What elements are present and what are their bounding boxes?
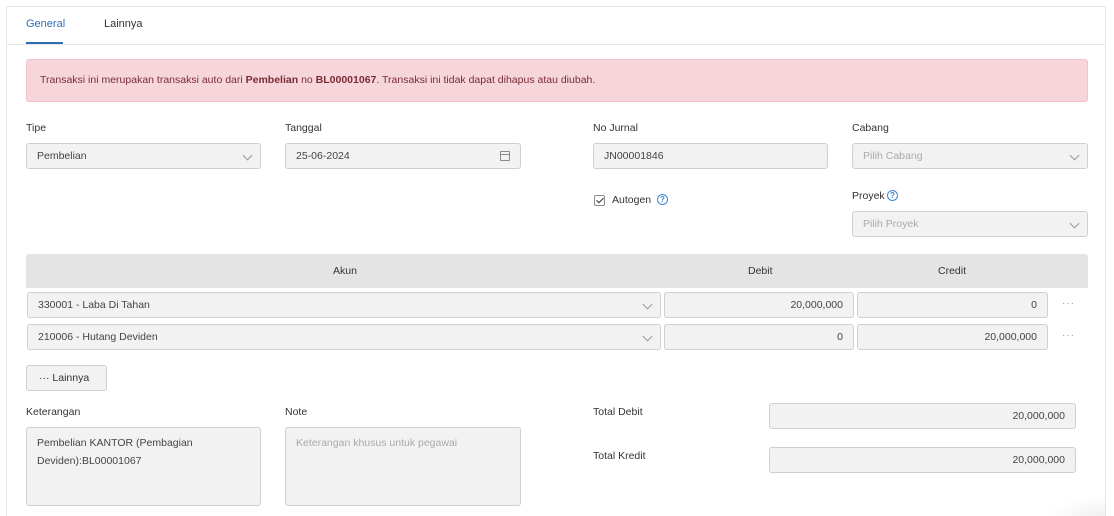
note-label: Note: [285, 406, 308, 418]
total-debit-field: 20,000,000: [769, 403, 1076, 429]
keterangan-label: Keterangan: [26, 406, 81, 418]
chevron-down-icon: [242, 150, 253, 161]
total-debit-value: 20,000,000: [1012, 410, 1065, 422]
tipe-select[interactable]: Pembelian: [26, 143, 261, 169]
credit-header: Credit: [938, 265, 967, 277]
tanggal-label: Tanggal: [285, 122, 322, 134]
chevron-down-icon: [1069, 150, 1080, 161]
alert-text-mid: no: [298, 74, 316, 86]
akun-header: Akun: [333, 265, 357, 277]
debit-header: Debit: [748, 265, 773, 277]
note-textarea[interactable]: Keterangan khusus untuk pegawai: [285, 427, 521, 506]
cabang-placeholder: Pilih Cabang: [863, 150, 923, 162]
total-debit-label: Total Debit: [593, 406, 643, 418]
row-menu-icon[interactable]: ···: [1062, 330, 1075, 341]
alert-source: Pembelian: [245, 74, 299, 86]
credit-input-row-2[interactable]: 20,000,000: [857, 324, 1048, 350]
question-circle-icon[interactable]: ?: [657, 194, 668, 205]
total-kredit-field: 20,000,000: [769, 447, 1076, 473]
no-jurnal-input[interactable]: JN00001846: [593, 143, 828, 169]
tanggal-value: 25-06-2024: [296, 150, 350, 162]
journal-form-panel: General Lainnya Transaksi ini merupakan …: [6, 6, 1106, 516]
corner-shadow: [1045, 496, 1105, 516]
no-jurnal-label: No Jurnal: [593, 122, 638, 134]
chevron-down-icon: [642, 331, 653, 342]
debit-input-row-2[interactable]: 0: [664, 324, 854, 350]
credit-input-row-1[interactable]: 0: [857, 292, 1048, 318]
autogen-label: Autogen: [612, 194, 652, 206]
tipe-value: Pembelian: [37, 150, 87, 162]
debit-input-row-1[interactable]: 20,000,000: [664, 292, 854, 318]
keterangan-textarea[interactable]: Pembelian KANTOR (Pembagian Deviden):BL0…: [26, 427, 261, 506]
active-tab-indicator: [26, 42, 63, 44]
tanggal-date-input[interactable]: 25-06-2024: [285, 143, 521, 169]
debit-value: 20,000,000: [790, 299, 843, 311]
debit-value: 0: [837, 331, 843, 343]
tipe-label: Tipe: [26, 122, 47, 134]
proyek-label: Proyek: [852, 190, 885, 202]
akun-select-row-1[interactable]: 330001 - Laba Di Tahan: [27, 292, 661, 318]
total-kredit-value: 20,000,000: [1012, 454, 1065, 466]
akun-value: 210006 - Hutang Deviden: [38, 331, 158, 343]
tab-lainnya[interactable]: Lainnya: [104, 18, 143, 30]
akun-select-row-2[interactable]: 210006 - Hutang Deviden: [27, 324, 661, 350]
tab-bar: General Lainnya: [7, 7, 1105, 45]
credit-value: 20,000,000: [984, 331, 1037, 343]
more-options-button[interactable]: ··· Lainnya: [26, 365, 107, 391]
tab-general[interactable]: General: [26, 18, 65, 30]
cabang-select[interactable]: Pilih Cabang: [852, 143, 1088, 169]
journal-table-header: Akun Debit Credit: [26, 254, 1088, 288]
autogen-checkbox[interactable]: [594, 195, 605, 206]
question-circle-icon[interactable]: ?: [887, 190, 898, 201]
chevron-down-icon: [1069, 218, 1080, 229]
alert-number: BL00001067: [315, 74, 377, 86]
calendar-icon[interactable]: [500, 151, 510, 161]
chevron-down-icon: [642, 299, 653, 310]
proyek-placeholder: Pilih Proyek: [863, 218, 919, 230]
auto-transaction-alert: Transaksi ini merupakan transaksi auto d…: [26, 59, 1088, 102]
row-menu-icon[interactable]: ···: [1062, 298, 1075, 309]
alert-text-prefix: Transaksi ini merupakan transaksi auto d…: [40, 74, 246, 86]
proyek-select[interactable]: Pilih Proyek: [852, 211, 1088, 237]
akun-value: 330001 - Laba Di Tahan: [38, 299, 150, 311]
alert-text-suffix: . Transaksi ini tidak dapat dihapus atau…: [376, 74, 596, 86]
credit-value: 0: [1031, 299, 1037, 311]
total-kredit-label: Total Kredit: [593, 450, 646, 462]
no-jurnal-value: JN00001846: [604, 150, 664, 162]
cabang-label: Cabang: [852, 122, 889, 134]
